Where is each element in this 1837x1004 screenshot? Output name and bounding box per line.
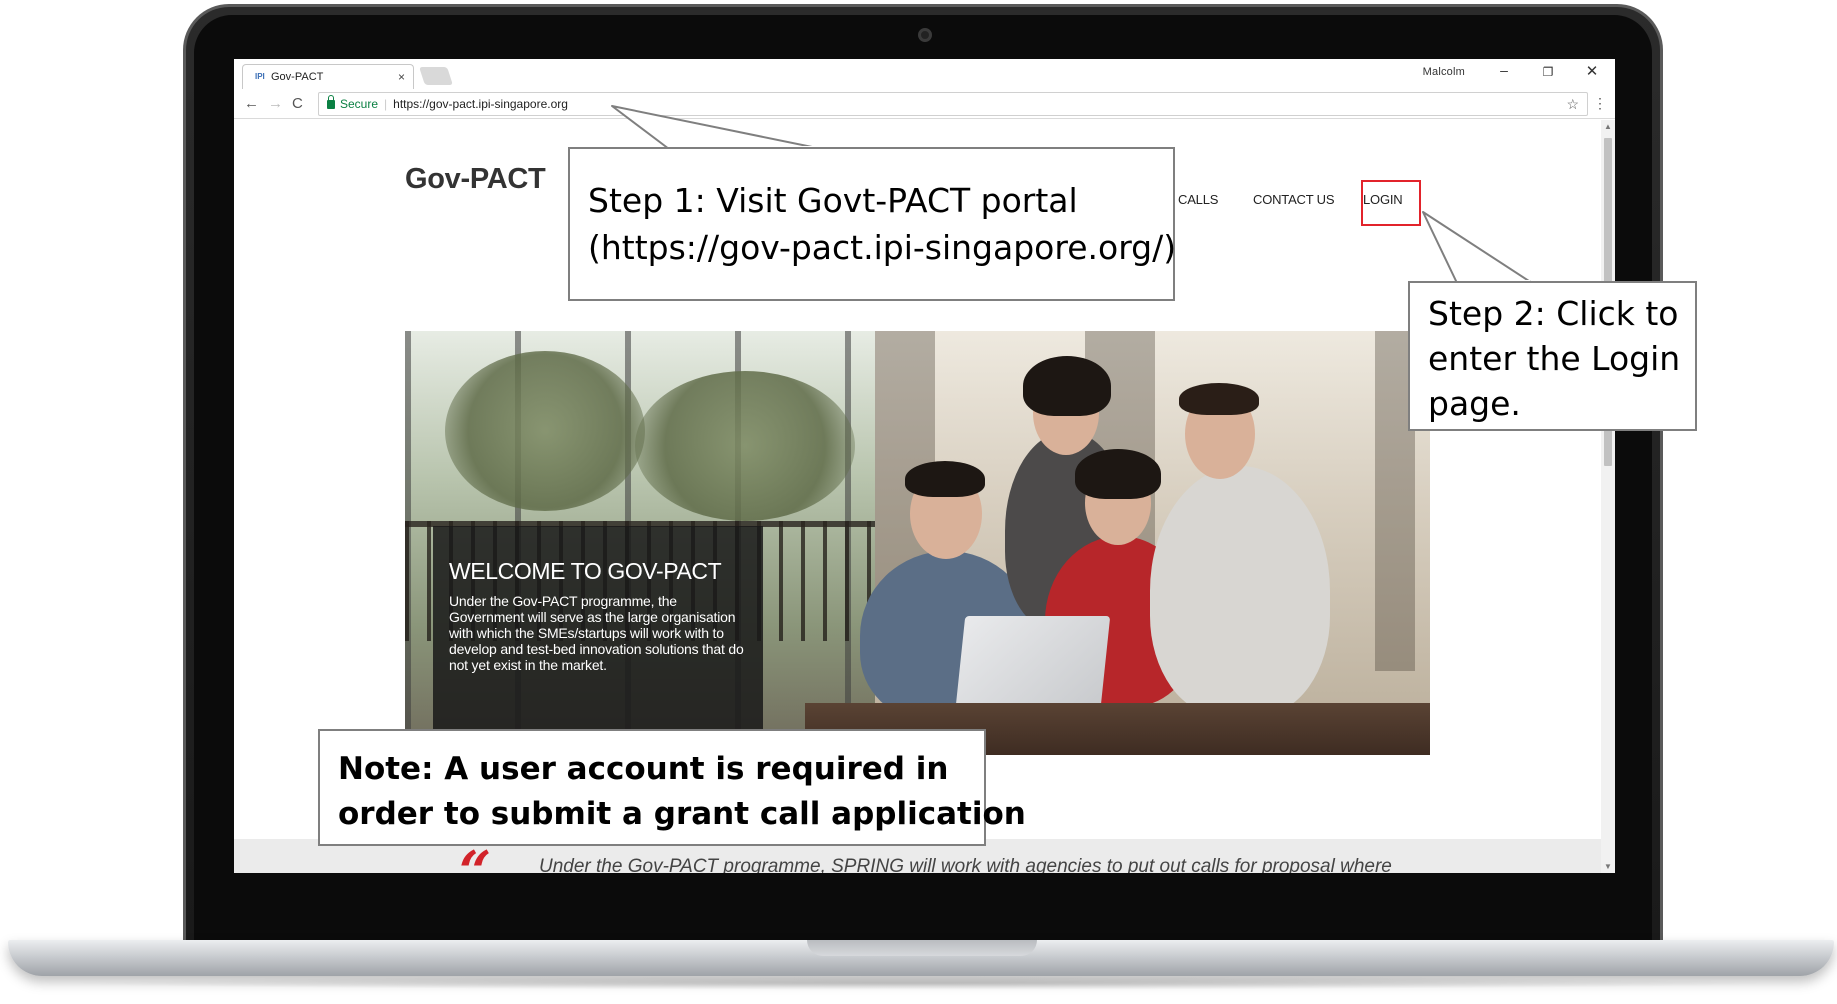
hero-image: WELCOME TO GOV-PACT Under the Gov-PACT p…	[405, 331, 1430, 755]
restore-icon[interactable]: ❐	[1537, 65, 1559, 79]
callout-step1-line1: Step 1: Visit Govt-PACT portal	[588, 181, 1078, 220]
callout-note-line1: Note: A user account is required in	[338, 751, 949, 787]
tab-bar: IPI Gov-PACT × Malcolm – ❐ ✕	[234, 59, 1615, 89]
laptop-base	[8, 940, 1834, 976]
callout-step1-line2: (https://gov-pact.ipi-singapore.org/)	[588, 228, 1177, 267]
callout-step2-line2: enter the Login	[1428, 339, 1681, 378]
callout-step2-line1: Step 2: Click to	[1428, 294, 1679, 333]
photo-laptop	[954, 616, 1111, 716]
callout-step2: Step 2: Click to enter the Login page.	[1408, 281, 1697, 431]
forward-arrow-icon[interactable]: →	[268, 95, 283, 112]
secure-label: Secure	[340, 97, 379, 111]
tab-title: Gov-PACT	[271, 71, 324, 83]
camera-icon	[918, 28, 932, 42]
person-back-hair	[1023, 356, 1111, 416]
welcome-overlay: WELCOME TO GOV-PACT Under the Gov-PACT p…	[433, 526, 763, 732]
hero-tree	[635, 371, 855, 521]
lock-icon	[327, 95, 335, 109]
new-tab-button[interactable]	[419, 67, 453, 85]
address-bar[interactable]: Secure | https://gov-pact.ipi-singapore.or…	[318, 92, 1588, 116]
scroll-up-icon[interactable]: ▲	[1604, 122, 1612, 131]
favicon-icon: IPI	[255, 72, 265, 81]
quote-mark-icon: “	[459, 839, 492, 873]
menu-icon[interactable]: ⋮	[1593, 95, 1607, 111]
star-icon[interactable]: ☆	[1566, 93, 1579, 115]
window-close-icon[interactable]: ✕	[1581, 62, 1603, 80]
nav-calls[interactable]: CALLS	[1178, 192, 1218, 207]
login-highlight-box	[1361, 180, 1421, 226]
person-left-hair	[905, 461, 985, 497]
callout-step2-line3: page.	[1428, 384, 1521, 423]
welcome-title: WELCOME TO GOV-PACT	[449, 558, 722, 584]
close-icon[interactable]: ×	[398, 70, 405, 84]
callout-step1: Step 1: Visit Govt-PACT portal (https://…	[568, 147, 1177, 301]
callout-note: Note: A user account is required in orde…	[318, 729, 1026, 846]
site-logo[interactable]: Gov-PACT	[405, 163, 546, 196]
laptop-notch	[807, 940, 1037, 956]
browser-tab[interactable]: IPI Gov-PACT ×	[242, 64, 414, 89]
nav-contact-us[interactable]: CONTACT US	[1253, 192, 1335, 207]
person-right	[1150, 466, 1330, 716]
page-scrollbar[interactable]: ▲ ▼	[1601, 120, 1615, 873]
url-separator: |	[384, 97, 388, 111]
person-right-hair	[1179, 383, 1259, 415]
url-text[interactable]: https://gov-pact.ipi-singapore.org	[393, 97, 568, 111]
reload-icon[interactable]: C	[292, 95, 303, 112]
callout-note-line2: order to submit a grant call application	[338, 796, 1026, 832]
hero-tree	[445, 351, 645, 511]
browser-toolbar: ← → C Secure | https://gov-pact.ipi-singap…	[234, 89, 1615, 119]
scroll-down-icon[interactable]: ▼	[1604, 862, 1612, 871]
minimize-icon[interactable]: –	[1493, 62, 1515, 78]
quote-text: Under the Gov-PACT programme, SPRING wil…	[539, 856, 1392, 873]
laptop-shadow	[60, 976, 1780, 990]
welcome-text: Under the Gov-PACT programme, the Govern…	[449, 593, 744, 673]
profile-name[interactable]: Malcolm	[1423, 66, 1465, 78]
back-arrow-icon[interactable]: ←	[244, 95, 259, 112]
person-red-hair	[1075, 449, 1161, 499]
